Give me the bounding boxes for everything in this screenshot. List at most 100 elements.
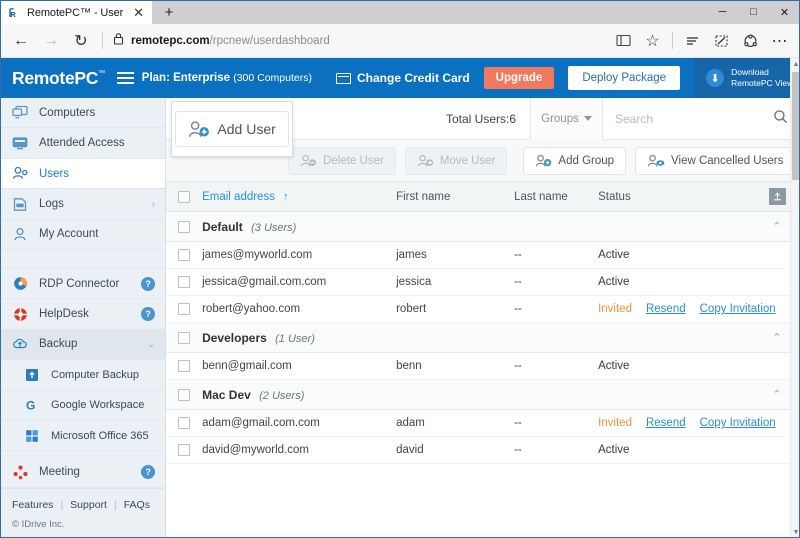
chevron-up-icon[interactable]: ⌃ xyxy=(772,388,781,401)
sidebar-item-attended-access[interactable]: Attended Access xyxy=(0,128,166,159)
hub-icon[interactable] xyxy=(678,27,707,55)
cell-email: benn@gmail.com xyxy=(202,360,292,372)
chevron-up-icon[interactable]: ⌃ xyxy=(772,331,781,344)
sidebar-item-computers[interactable]: Computers xyxy=(0,98,166,129)
row-checkbox-cell[interactable] xyxy=(166,303,202,315)
sidebar-item-rdp-connector[interactable]: RDP Connector ? xyxy=(0,269,166,300)
table-row[interactable]: james@myworld.com james -- Active xyxy=(166,242,800,269)
add-user-button[interactable]: Add User xyxy=(175,111,289,147)
deploy-package-button[interactable]: Deploy Package xyxy=(568,66,681,90)
page-scrollbar[interactable]: ▲ ▼ xyxy=(790,58,800,538)
group-row[interactable]: Default (3 Users) ⌃ xyxy=(166,212,800,242)
refresh-icon[interactable]: ↻ xyxy=(66,27,96,55)
row-checkbox[interactable] xyxy=(178,417,191,429)
my-account-icon xyxy=(10,227,30,242)
view-cancelled-users-button[interactable]: View Cancelled Users xyxy=(635,146,796,175)
row-checkbox[interactable] xyxy=(178,303,191,315)
search-container[interactable] xyxy=(602,98,800,140)
row-checkbox-cell[interactable] xyxy=(166,276,202,288)
sidebar-item-backup[interactable]: Backup ⌄ xyxy=(0,329,166,361)
scrollbar-thumb[interactable] xyxy=(792,72,800,180)
forward-icon[interactable]: → xyxy=(36,27,66,55)
sidebar-item-helpdesk[interactable]: HelpDesk ? xyxy=(0,299,166,330)
search-input[interactable] xyxy=(615,111,773,126)
maximize-button[interactable]: □ xyxy=(738,0,769,24)
row-checkbox[interactable] xyxy=(178,444,191,456)
row-checkbox-cell[interactable] xyxy=(166,444,202,456)
row-checkbox-cell[interactable] xyxy=(166,249,202,261)
sidebar-item-google-workspace[interactable]: G Google Workspace xyxy=(0,391,166,422)
footer-link-faqs[interactable]: FAQs xyxy=(124,499,150,511)
row-checkbox-cell[interactable] xyxy=(166,417,202,429)
notes-icon[interactable] xyxy=(707,27,736,55)
copy-invitation-link[interactable]: Copy Invitation xyxy=(700,303,776,315)
help-icon[interactable]: ? xyxy=(141,465,156,480)
new-tab-button[interactable]: + xyxy=(152,1,186,24)
table-row[interactable]: jessica@gmail.com.com jessica -- Active xyxy=(166,269,800,296)
copy-invitation-link[interactable]: Copy Invitation xyxy=(700,417,776,429)
help-icon[interactable]: ? xyxy=(141,307,156,322)
scroll-up-arrow[interactable]: ▲ xyxy=(791,58,800,70)
column-email[interactable]: Email address ↑ xyxy=(202,191,396,203)
favorite-star-icon[interactable]: ☆ xyxy=(638,27,667,55)
resend-link[interactable]: Resend xyxy=(646,303,686,315)
groups-dropdown[interactable]: Groups xyxy=(530,98,602,140)
app-logo-text: RemotePC xyxy=(12,67,99,88)
share-icon[interactable] xyxy=(736,27,765,55)
group-checkbox[interactable] xyxy=(178,331,191,344)
address-bar[interactable]: remotepc.com/rpcnew/userdashboard xyxy=(109,27,609,55)
column-last-name[interactable]: Last name xyxy=(514,191,598,203)
cell-last-name: -- xyxy=(514,276,522,288)
url-domain: remotepc.com xyxy=(131,34,210,47)
group-row[interactable]: Developers (1 User) ⌃ xyxy=(166,323,800,353)
footer-link-features[interactable]: Features xyxy=(12,499,53,511)
table-row[interactable]: david@myworld.com david -- Active xyxy=(166,437,800,464)
back-icon[interactable]: ← xyxy=(6,27,36,55)
sidebar-item-logs[interactable]: Logs › xyxy=(0,189,166,220)
column-status[interactable]: Status xyxy=(598,191,754,203)
table-row[interactable]: benn@gmail.com benn -- Active xyxy=(166,353,800,380)
column-first-name[interactable]: First name xyxy=(396,191,514,203)
add-group-button[interactable]: Add Group xyxy=(523,146,627,175)
sidebar-item-my-account[interactable]: My Account xyxy=(0,220,166,251)
more-options-icon[interactable]: ⋯ xyxy=(765,27,794,55)
close-window-button[interactable]: ✕ xyxy=(769,0,800,24)
reading-view-icon[interactable] xyxy=(609,27,638,55)
select-all-checkbox-cell[interactable] xyxy=(166,190,202,203)
row-checkbox-cell[interactable] xyxy=(166,360,202,372)
change-credit-card-button[interactable]: Change Credit Card xyxy=(335,71,470,85)
move-user-icon xyxy=(417,154,434,168)
export-icon[interactable] xyxy=(768,188,786,205)
group-checkbox[interactable] xyxy=(178,388,191,401)
group-checkbox-cell[interactable] xyxy=(166,220,202,233)
minimize-button[interactable]: ─ xyxy=(707,0,738,24)
group-checkbox-cell[interactable] xyxy=(166,331,202,344)
sidebar-item-computer-backup[interactable]: Computer Backup xyxy=(0,360,166,391)
resend-link[interactable]: Resend xyxy=(646,417,686,429)
app-logo[interactable]: RemotePC ™ xyxy=(0,68,105,89)
help-icon[interactable]: ? xyxy=(141,276,156,291)
sidebar-item-meeting[interactable]: Meeting ? xyxy=(0,457,166,488)
close-tab-icon[interactable]: ✕ xyxy=(131,6,146,19)
sidebar-item-microsoft-office-365[interactable]: Microsoft Office 365 xyxy=(0,421,166,452)
group-row[interactable]: Mac Dev (2 Users) ⌃ xyxy=(166,380,800,410)
row-checkbox[interactable] xyxy=(178,249,191,261)
download-viewer-button[interactable]: ⬇ Download RemotePC Viewer xyxy=(694,58,800,98)
group-checkbox[interactable] xyxy=(178,220,191,233)
footer-link-support[interactable]: Support xyxy=(70,499,107,511)
search-icon[interactable] xyxy=(773,109,788,129)
column-email-label[interactable]: Email address xyxy=(202,191,275,203)
table-row[interactable]: robert@yahoo.com robert -- Invited Resen… xyxy=(166,296,800,323)
sidebar-item-users[interactable]: Users xyxy=(0,158,166,190)
row-checkbox[interactable] xyxy=(178,360,191,372)
scroll-down-arrow[interactable]: ▼ xyxy=(791,526,800,538)
hamburger-icon[interactable] xyxy=(116,72,134,84)
browser-tab[interactable]: R RemotePC™ - User Mar ✕ xyxy=(0,1,152,24)
upgrade-button[interactable]: Upgrade xyxy=(483,67,555,89)
chevron-up-icon[interactable]: ⌃ xyxy=(772,220,781,233)
plan-label: Plan: Enterprise (300 Computers) xyxy=(142,72,312,84)
group-checkbox-cell[interactable] xyxy=(166,388,202,401)
select-all-checkbox[interactable] xyxy=(178,190,191,203)
table-row[interactable]: adam@gmail.com.com adam -- Invited Resen… xyxy=(166,410,800,437)
row-checkbox[interactable] xyxy=(178,276,191,288)
